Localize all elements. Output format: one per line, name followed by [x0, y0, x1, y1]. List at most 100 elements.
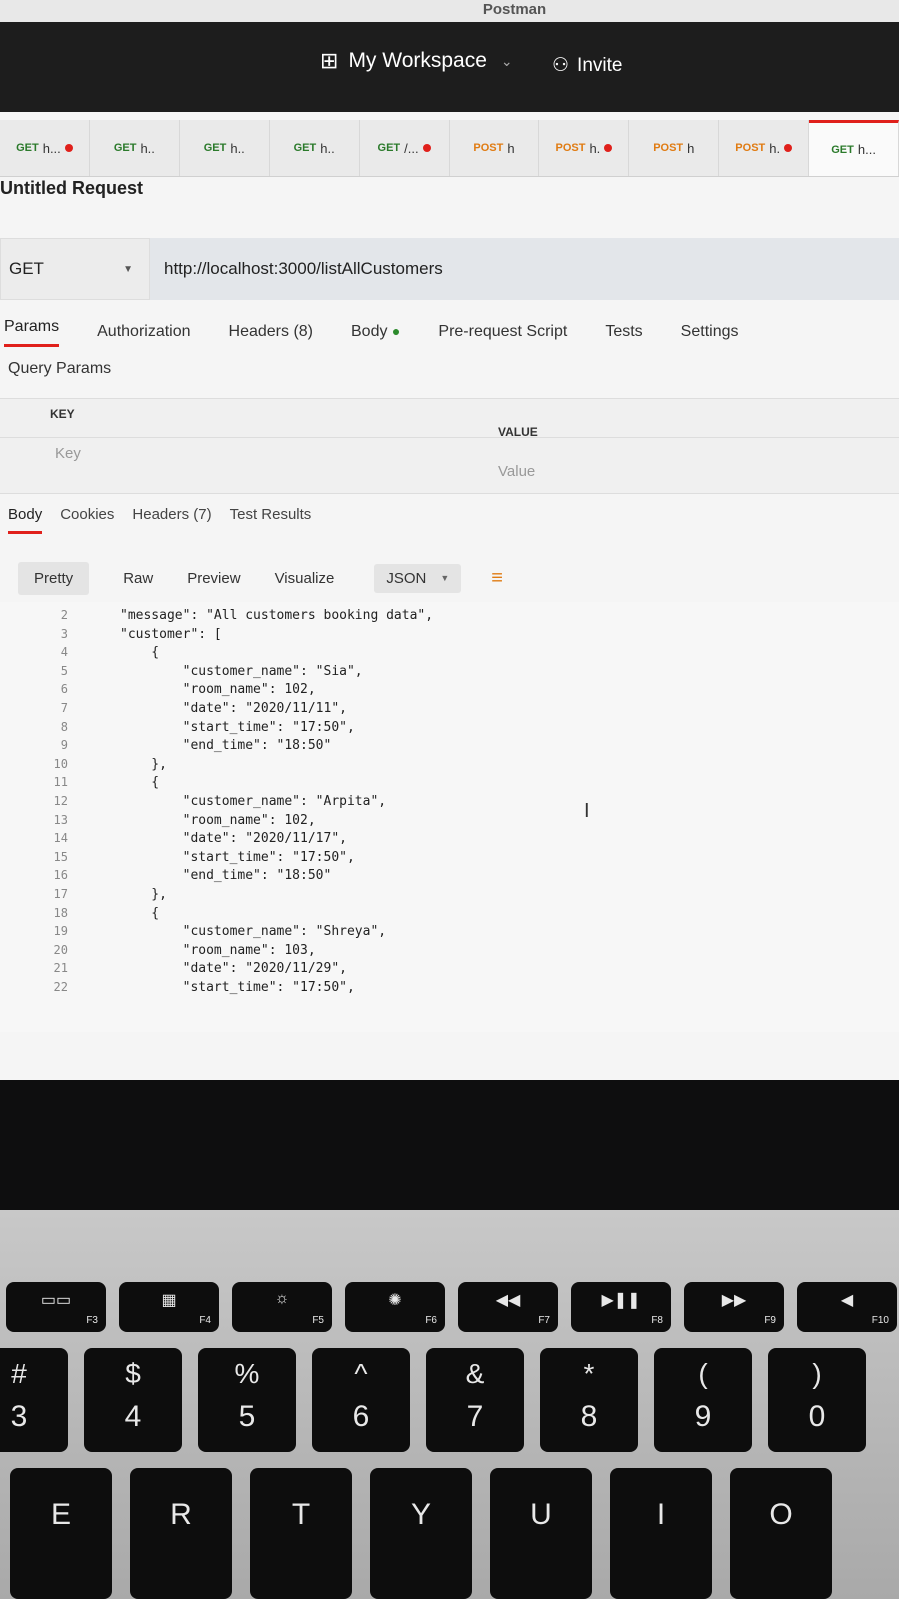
keyboard-backlight-up-icon: ✺: [388, 1292, 402, 1309]
request-tabs: Params Authorization Headers (8) Body ● …: [0, 312, 899, 352]
tab-cookies[interactable]: Cookies: [60, 506, 114, 534]
tab-settings[interactable]: Settings: [681, 323, 739, 341]
tab-label: /...: [404, 140, 419, 156]
number-key[interactable]: ) 0: [768, 1348, 866, 1452]
tab-pre-request-script[interactable]: Pre-request Script: [438, 323, 567, 341]
unsaved-dot-icon: [64, 144, 73, 152]
key-letter: Y: [410, 1498, 431, 1531]
number-key[interactable]: ^ 6: [312, 1348, 410, 1452]
key-letter: E: [50, 1498, 71, 1531]
request-tab[interactable]: POST h.: [539, 120, 630, 176]
number-key[interactable]: % 5: [198, 1348, 296, 1452]
letter-key[interactable]: U: [490, 1468, 592, 1599]
url-input[interactable]: http://localhost:3000/listAllCustomers: [150, 238, 899, 300]
code-text: "end_time": "18:50": [120, 868, 332, 884]
key-letter: U: [530, 1498, 552, 1531]
code-text: "message": "All customers booking data",: [120, 608, 434, 623]
code-text: "room_name": 103,: [120, 942, 316, 958]
function-key[interactable]: ▦ F4: [119, 1282, 219, 1332]
line-number: 8: [60, 719, 68, 734]
request-tab[interactable]: GET/...: [360, 120, 450, 176]
line-number: 6: [60, 682, 68, 697]
number-key[interactable]: * 8: [540, 1348, 638, 1452]
query-params-title: Query Params: [8, 360, 112, 377]
request-tab[interactable]: GET h..: [270, 120, 360, 176]
tab-label: h..: [320, 140, 335, 156]
key-number: 3: [10, 1400, 28, 1433]
function-key[interactable]: ▶❚❚ F8: [571, 1282, 671, 1332]
letter-key[interactable]: R: [130, 1468, 232, 1599]
tab-headers[interactable]: Headers (8): [229, 323, 313, 341]
line-number: 22: [53, 980, 68, 994]
request-tab[interactable]: POST h.: [719, 120, 810, 176]
function-key[interactable]: ◀◀ F7: [458, 1282, 558, 1332]
line-number: 21: [53, 961, 68, 976]
tab-label: h.: [589, 140, 601, 156]
line-number: 18: [53, 905, 68, 920]
key-number: 9: [694, 1400, 712, 1433]
title-bar: Postman: [0, 0, 899, 22]
number-key[interactable]: $4: [84, 1348, 182, 1452]
request-title[interactable]: Untitled Request: [0, 178, 143, 199]
screen: Postman ⊞ My Workspace ⌄ ⚇ Invite GET h..…: [0, 0, 899, 1080]
line-number: 7: [60, 701, 68, 715]
request-tab[interactable]: GET h...: [0, 120, 90, 176]
request-tab[interactable]: POST h: [629, 120, 720, 176]
function-key[interactable]: ✺ F6: [345, 1282, 445, 1332]
letter-key[interactable]: O: [730, 1468, 832, 1599]
number-key[interactable]: (9: [654, 1348, 752, 1452]
query-params-table: KEY VALUE Key Value: [0, 398, 899, 494]
invite-button[interactable]: ⚇ Invite: [552, 54, 622, 77]
function-key[interactable]: ▶▶ F9: [684, 1282, 784, 1332]
format-select[interactable]: JSON ▼: [374, 563, 462, 593]
tab-response-body[interactable]: Body: [8, 506, 43, 534]
tab-tests[interactable]: Tests: [605, 323, 642, 341]
caret-down-icon: ▼: [123, 263, 133, 275]
request-tab[interactable]: GET h..: [180, 120, 270, 176]
workspace-grid-icon: ⊞: [320, 48, 339, 73]
request-tab[interactable]: POST h: [450, 120, 540, 176]
view-raw[interactable]: Raw: [123, 570, 153, 587]
letter-key[interactable]: I: [610, 1468, 712, 1599]
tab-authorization[interactable]: Authorization: [97, 323, 190, 341]
tab-body[interactable]: Body ●: [351, 323, 400, 341]
key-symbol: *: [583, 1358, 595, 1389]
function-key-label: F10: [871, 1315, 889, 1326]
mute-icon: ◀: [840, 1292, 854, 1309]
tab-label: h...: [42, 140, 61, 156]
workspace-switcher[interactable]: ⊞ My Workspace ⌄: [320, 48, 513, 74]
tab-method: GET: [293, 142, 317, 154]
param-key-input[interactable]: Key: [55, 445, 81, 462]
key-column-header: KEY: [50, 407, 75, 421]
param-value-input[interactable]: Value: [498, 463, 535, 480]
letter-key[interactable]: T: [250, 1468, 352, 1599]
tab-params[interactable]: Params: [4, 318, 60, 347]
view-preview[interactable]: Preview: [187, 570, 240, 587]
request-tab[interactable]: GET h...: [809, 120, 899, 176]
code-text: },: [120, 887, 167, 902]
key-number: 0: [808, 1400, 826, 1433]
number-key[interactable]: #3: [0, 1348, 68, 1452]
tab-method: GET: [203, 142, 227, 154]
letter-key[interactable]: E: [10, 1468, 112, 1599]
function-key[interactable]: ☼ F5: [232, 1282, 332, 1332]
wrap-lines-icon[interactable]: ≡: [491, 567, 503, 590]
request-tab[interactable]: GET h..: [90, 120, 180, 176]
chevron-down-icon: ⌄: [500, 52, 513, 69]
number-key[interactable]: & 7: [426, 1348, 524, 1452]
code-text: "date": "2020/11/17",: [120, 831, 347, 847]
view-visualize[interactable]: Visualize: [275, 570, 335, 587]
response-body-code[interactable]: 2 "message": "All customers booking data"…: [0, 602, 899, 1032]
code-text: "customer_name": "Arpita",: [120, 794, 387, 809]
tab-test-results[interactable]: Test Results: [230, 506, 312, 534]
keyboard-backlight-down-icon: ☼: [274, 1290, 290, 1307]
method-select[interactable]: GET ▼: [0, 238, 150, 300]
function-key-label: F8: [651, 1315, 663, 1326]
letter-key[interactable]: Y: [370, 1468, 472, 1599]
line-number: 10: [53, 756, 68, 771]
function-key[interactable]: ▭▭ F3: [6, 1282, 106, 1332]
tab-label: h: [507, 140, 515, 156]
view-pretty[interactable]: Pretty: [18, 561, 90, 595]
function-key[interactable]: ◀ F10: [797, 1282, 897, 1332]
tab-response-headers[interactable]: Headers (7): [132, 506, 211, 534]
